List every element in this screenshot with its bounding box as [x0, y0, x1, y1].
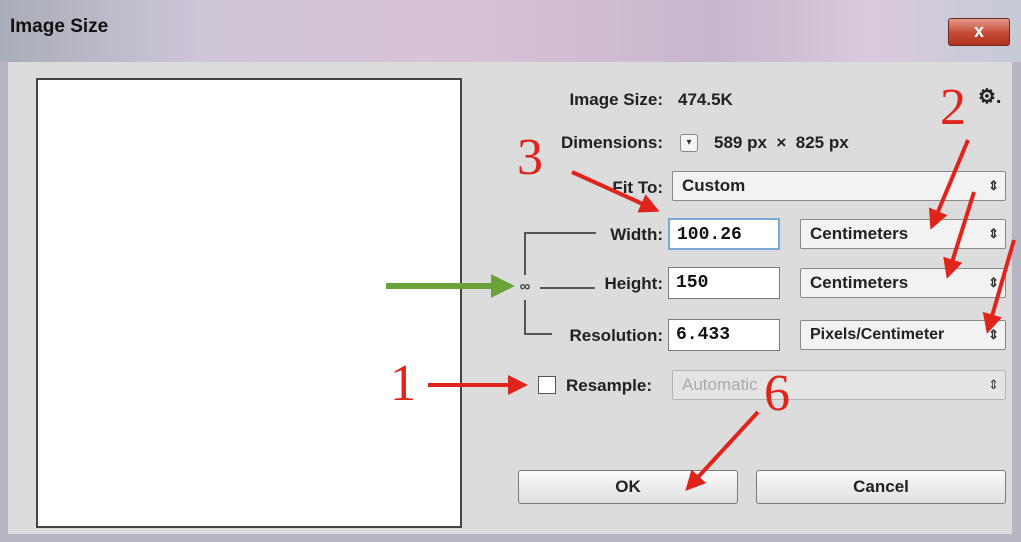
annotation-overlay	[386, 139, 1016, 491]
annotation-number-1: 1	[390, 355, 416, 412]
annotation-number-6: 6	[764, 365, 790, 422]
annotation-number-2: 2	[940, 79, 966, 136]
annotation-number-3: 3	[517, 129, 543, 186]
annotation-arrow-3	[571, 170, 660, 213]
annotation-arrow-2b	[943, 191, 976, 279]
annotation-arrow-2a	[928, 139, 970, 230]
annotation-arrow-6	[685, 410, 760, 491]
annotation-arrow-2c	[982, 239, 1016, 334]
